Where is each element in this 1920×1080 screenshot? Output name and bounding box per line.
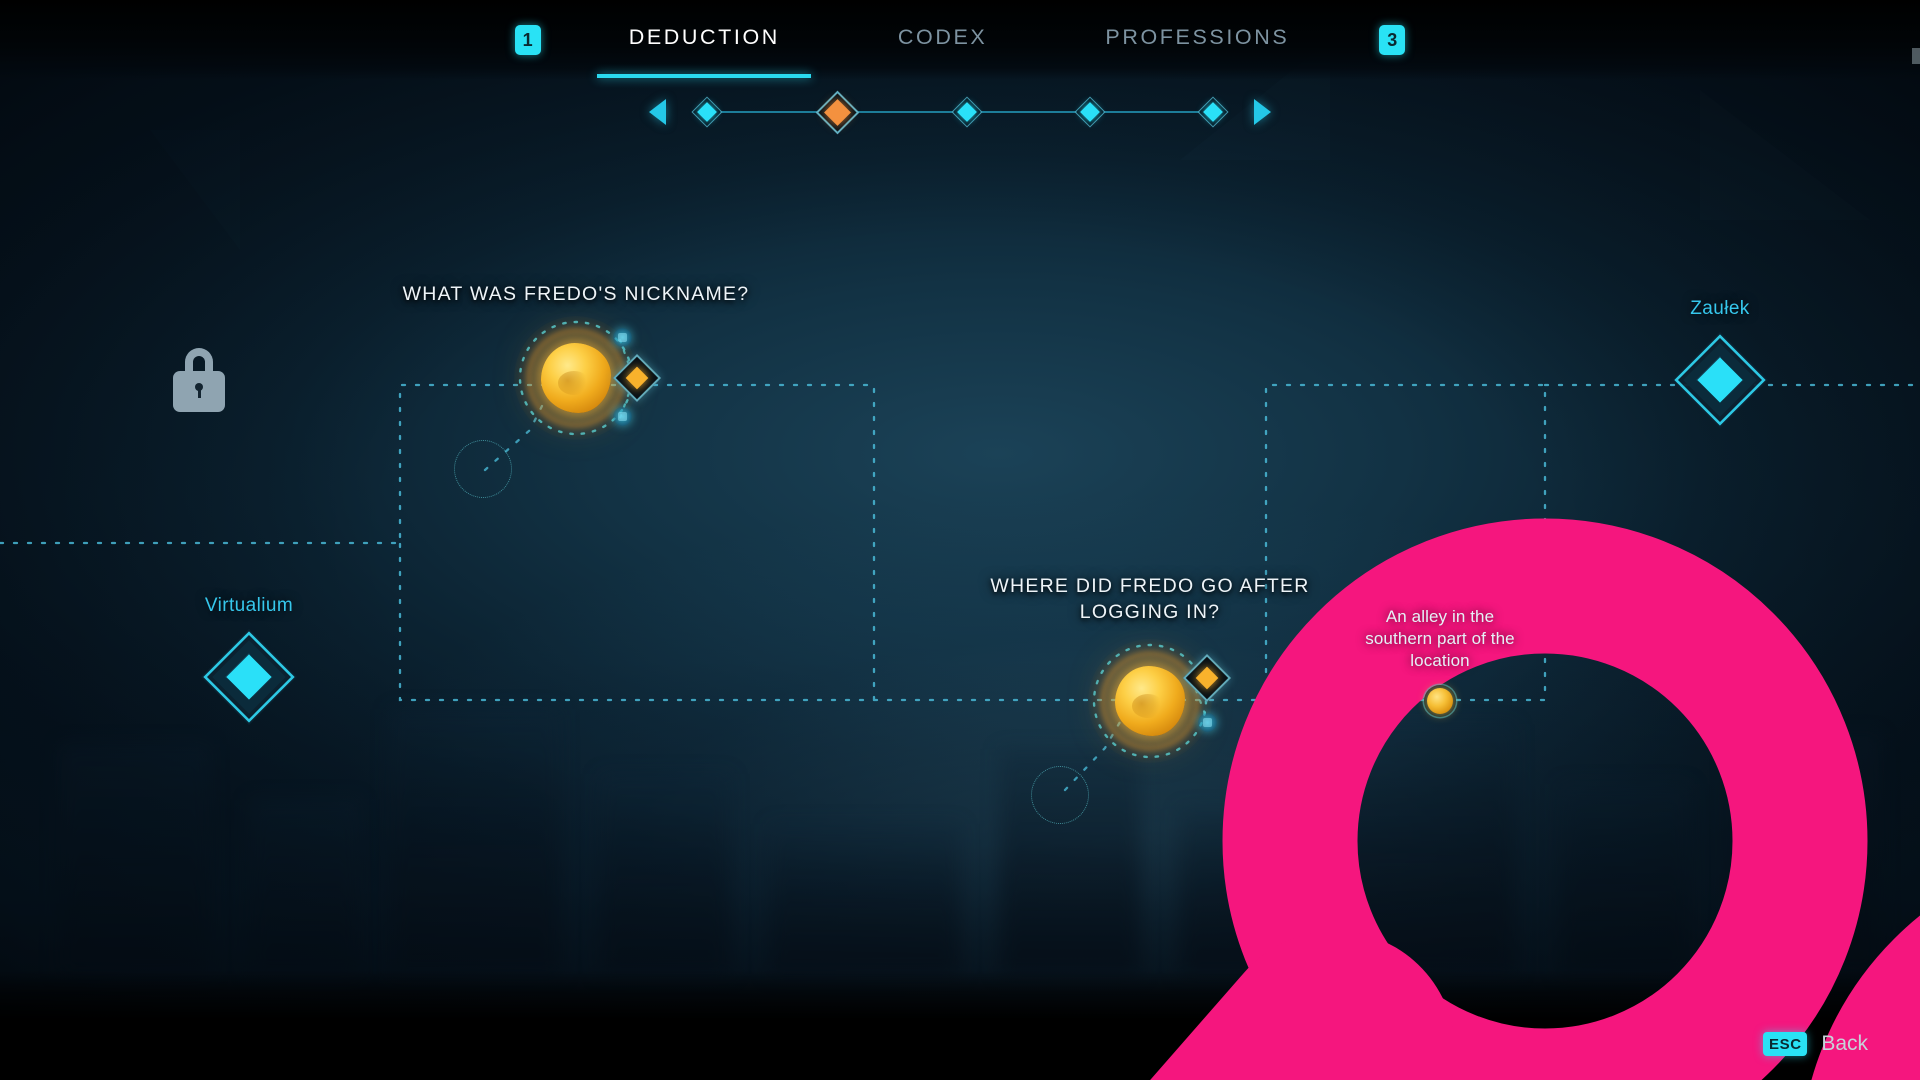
answer-text-1: An alley in the southern part of the loc… <box>1365 607 1515 670</box>
tab-deduction[interactable]: DEDUCTION <box>625 17 784 64</box>
key-hint-prev-tab[interactable]: 1 <box>514 25 541 55</box>
question-orb-2[interactable] <box>1088 639 1212 763</box>
clue-badge-2a[interactable] <box>1198 713 1217 732</box>
key-hint-esc[interactable]: ESC <box>1763 1032 1808 1056</box>
nav-tabs: 1 DEDUCTION CODEX PROFESSIONS 3 <box>0 0 1920 80</box>
location-node-virtualium[interactable]: Virtualium <box>149 595 349 727</box>
location-node-zaulek[interactable]: Zaułek <box>1620 298 1820 430</box>
cyan-gem-icon <box>199 627 299 727</box>
clue-badge-1b[interactable] <box>613 407 632 426</box>
investigate-button-1[interactable] <box>454 440 1868 1080</box>
timeline-track <box>691 90 1229 134</box>
clue-badge-1a[interactable] <box>613 328 632 347</box>
case-timeline <box>0 84 1920 140</box>
timeline-node-3[interactable] <box>951 96 983 128</box>
timeline-segment <box>980 111 1077 113</box>
question-title-1: WHAT WAS FREDO'S NICKNAME? <box>402 283 750 305</box>
location-label: Virtualium <box>204 595 294 616</box>
timeline-segment <box>720 111 817 113</box>
footer-hint: ESC Back <box>1763 1032 1868 1056</box>
key-hint-next-tab[interactable]: 3 <box>1379 25 1406 55</box>
timeline-node-5[interactable] <box>1197 96 1229 128</box>
timeline-node-2-active[interactable] <box>815 90 859 134</box>
answer-slot-2[interactable] <box>1182 653 1232 703</box>
answer-marker-1[interactable] <box>1427 688 1453 714</box>
top-bar: 1 DEDUCTION CODEX PROFESSIONS 3 <box>0 0 1920 80</box>
deduction-screen: 1 DEDUCTION CODEX PROFESSIONS 3 Virtuali… <box>0 0 1920 1080</box>
deduction-graph: Virtualium Zaułek WHAT WAS FREDO'S NICKN… <box>0 0 1920 1080</box>
answer-slot-1[interactable] <box>612 353 662 403</box>
timeline-segment <box>1103 111 1200 113</box>
timeline-segment <box>857 111 954 113</box>
investigate-button-2[interactable] <box>1031 766 1920 1080</box>
scrollbar-tick <box>1912 48 1920 64</box>
timeline-node-4[interactable] <box>1074 96 1106 128</box>
cyan-gem-icon <box>1670 330 1770 430</box>
lock-left[interactable] <box>173 348 225 412</box>
tab-professions[interactable]: PROFESSIONS <box>1101 17 1293 64</box>
location-label: Zaułek <box>1690 298 1750 319</box>
timeline-prev-arrow[interactable] <box>649 99 666 125</box>
back-label[interactable]: Back <box>1821 1032 1868 1056</box>
timeline-next-arrow[interactable] <box>1254 99 1271 125</box>
question-title-2: WHERE DID FREDO GO AFTER LOGGING IN? <box>990 575 1310 623</box>
gold-orb-icon <box>541 343 611 413</box>
timeline-node-1[interactable] <box>691 96 723 128</box>
tab-codex[interactable]: CODEX <box>894 17 991 64</box>
gold-orb-icon <box>1115 666 1185 736</box>
